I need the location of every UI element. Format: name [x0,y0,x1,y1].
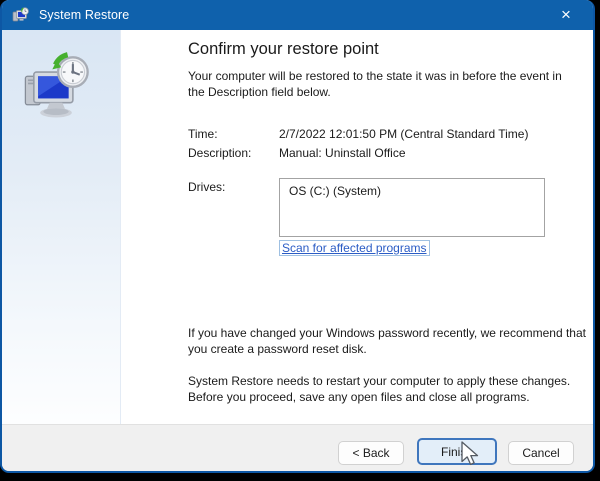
sidebar [2,30,121,424]
description-value: Manual: Uninstall Office [279,146,406,160]
system-restore-icon [18,52,94,128]
back-button[interactable]: < Back [338,441,404,465]
drives-label: Drives: [188,180,225,194]
scan-affected-programs-link[interactable]: Scan for affected programs [279,240,430,256]
cancel-button[interactable]: Cancel [508,441,574,465]
window-title: System Restore [39,8,129,22]
restart-note: System Restore needs to restart your com… [188,373,570,405]
time-value: 2/7/2022 12:01:50 PM (Central Standard T… [279,127,528,141]
time-label: Time: [188,127,218,141]
system-restore-mini-icon [12,7,30,23]
drives-list[interactable]: OS (C:) (System) [279,178,545,237]
main-content: Confirm your restore point Your computer… [122,30,593,424]
close-icon: × [561,5,571,24]
footer-bar: < Back Finish Cancel [2,424,593,471]
password-note: If you have changed your Windows passwor… [188,325,586,357]
intro-text: Your computer will be restored to the st… [188,68,562,100]
finish-button[interactable]: Finish [417,438,497,465]
screenshot-root: { "window": { "title": "System Restore",… [0,0,600,481]
description-label: Description: [188,146,251,160]
close-button[interactable]: × [545,0,587,30]
titlebar: System Restore × [2,0,593,30]
drive-item: OS (C:) (System) [289,184,381,198]
page-title: Confirm your restore point [188,40,379,59]
system-restore-window: System Restore × [0,0,595,473]
